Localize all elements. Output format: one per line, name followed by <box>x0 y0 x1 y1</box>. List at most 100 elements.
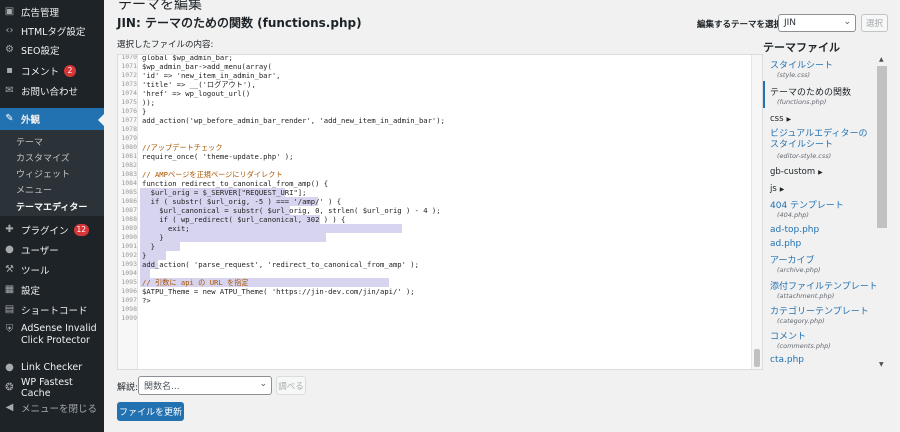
file-style-css[interactable]: スタイルシート <box>770 58 833 71</box>
sidebar-item-label: 外観 <box>21 114 41 126</box>
code-line: if ( substr( $url_orig, -5 ) === '/amp/'… <box>142 197 342 206</box>
line-number: 1085 <box>121 188 137 196</box>
file-archive[interactable]: アーカイブ <box>770 253 814 266</box>
plugin-icon: ✚ <box>5 224 14 235</box>
sidebar-item-comments[interactable]: ▪ コメント 2 <box>0 61 104 80</box>
file-category[interactable]: カテゴリーテンプレート <box>770 304 869 317</box>
sidebar-item-label: Link Checker <box>21 362 83 373</box>
choose-theme-button[interactable]: 選択 <box>861 14 888 32</box>
media-icon: ▣ <box>4 6 15 17</box>
admin-sidebar: ▣ 広告管理 ‹› HTMLタグ設定 ⚙ SEO設定 ▪ コメント 2 ✉ お問… <box>0 0 104 432</box>
theme-files-heading: テーマファイル <box>763 41 840 54</box>
sidebar-item-ads[interactable]: ▣ 広告管理 <box>0 2 104 21</box>
file-404[interactable]: 404 テンプレート <box>770 198 844 211</box>
line-number: 1081 <box>121 152 137 160</box>
sidebar-item-users[interactable]: ● ユーザー <box>0 240 104 259</box>
sidebar-item-seo[interactable]: ⚙ SEO設定 <box>0 40 104 59</box>
submenu-widgets[interactable]: ウィジェット <box>16 167 70 180</box>
line-number: 1094 <box>121 269 137 277</box>
files-scroll-thumb[interactable] <box>877 66 887 228</box>
submenu-customize[interactable]: カスタマイズ <box>16 151 70 164</box>
file-cta[interactable]: cta.php <box>770 355 804 365</box>
line-number: 1082 <box>121 161 137 169</box>
line-number: 1079 <box>121 134 137 142</box>
selection-highlight <box>140 233 326 242</box>
file-editor-style[interactable]: ビジュアルエディターのスタイルシート <box>770 129 874 151</box>
sidebar-collapse[interactable]: ◀ メニューを閉じる <box>0 398 104 417</box>
file-sub-label: (archive.php) <box>777 266 821 274</box>
line-number: 1097 <box>121 296 137 304</box>
file-sub-label: (comments.php) <box>777 342 831 350</box>
lookup-button[interactable]: 調べる <box>276 376 306 395</box>
sidebar-item-label: コメント <box>21 66 60 78</box>
sidebar-item-settings[interactable]: ▦ 設定 <box>0 280 104 299</box>
file-attachment[interactable]: 添付ファイルテンプレート <box>770 279 878 292</box>
update-file-button[interactable]: ファイルを更新 <box>117 402 184 421</box>
link-icon: ● <box>5 362 14 373</box>
code-line: } <box>142 251 147 260</box>
folder-css[interactable]: css ▶ <box>770 114 791 124</box>
code-line: } <box>142 233 164 242</box>
line-number: 1096 <box>121 287 137 295</box>
file-sub-label: (404.php) <box>777 211 809 219</box>
sidebar-item-label: 設定 <box>21 285 41 297</box>
scroll-up-icon[interactable]: ▲ <box>879 56 884 63</box>
line-number: 1087 <box>121 206 137 214</box>
sidebar-item-label: プラグイン <box>21 225 69 237</box>
file-sub-label: (attachment.php) <box>777 292 835 300</box>
editor-scroll-thumb[interactable] <box>754 349 760 367</box>
files-scrollbar[interactable]: ▲ ▼ <box>876 54 888 370</box>
submenu-menus[interactable]: メニュー <box>16 183 52 196</box>
code-line: } <box>142 107 147 116</box>
line-number: 1080 <box>121 143 137 151</box>
file-sub-label: (category.php) <box>777 317 825 325</box>
plugin-update-badge: 12 <box>73 223 90 236</box>
sidebar-item-plugins[interactable]: ✚ プラグイン 12 <box>0 220 104 239</box>
sidebar-item-adsense[interactable]: ⛨ AdSense Invalid Click Protector <box>0 323 104 349</box>
code-editor[interactable]: 1070 1071 1072 1073 1074 1075 1076 1077 1078 1079… <box>117 54 763 370</box>
theme-select[interactable]: JIN ⌄ <box>778 14 856 32</box>
sidebar-item-fastest-cache[interactable]: ❂ WP Fastest Cache <box>0 377 104 399</box>
line-number: 1098 <box>121 305 137 313</box>
line-number: 1099 <box>121 314 137 322</box>
line-number: 1077 <box>121 116 137 124</box>
file-title: JIN: テーマのための関数 (functions.php) <box>117 16 362 30</box>
comment-icon: ▪ <box>6 65 13 76</box>
appearance-submenu: テーマ カスタマイズ ウィジェット メニュー テーマエディター <box>0 130 104 216</box>
file-functions-php[interactable]: テーマのための関数 <box>770 85 851 98</box>
triangle-right-icon: ▶ <box>818 169 823 176</box>
code-line: require_once( 'theme-update.php' ); <box>142 152 294 161</box>
code-line: $ATPU_Theme = new ATPU_Theme( 'https://j… <box>142 287 415 296</box>
line-number: 1086 <box>121 197 137 205</box>
line-number: 1089 <box>121 224 137 232</box>
line-number: 1090 <box>121 233 137 241</box>
line-number: 1070 <box>121 54 137 61</box>
code-line: function redirect_to_canonical_from_amp(… <box>142 179 329 188</box>
submenu-themes[interactable]: テーマ <box>16 135 43 148</box>
documentation-label: 解説: <box>117 383 139 393</box>
code-line: )); <box>142 98 155 107</box>
triangle-right-icon: ▶ <box>786 116 792 123</box>
folder-gb-custom[interactable]: gb-custom ▶ <box>770 167 823 177</box>
scroll-down-icon[interactable]: ▼ <box>879 361 884 368</box>
line-number: 1093 <box>121 260 137 268</box>
editor-scrollbar[interactable] <box>751 55 762 369</box>
file-comments[interactable]: コメント <box>770 329 806 342</box>
active-file-indicator <box>763 81 765 108</box>
code-line: $wp_admin_bar->add_menu(array( <box>142 62 272 71</box>
file-ad-top[interactable]: ad-top.php <box>770 225 819 235</box>
file-ad[interactable]: ad.php <box>770 239 801 249</box>
line-number: 1088 <box>121 215 137 223</box>
sidebar-item-link-checker[interactable]: ● Link Checker <box>0 358 104 377</box>
code-line: ?> <box>142 296 151 305</box>
sidebar-item-contact[interactable]: ✉ お問い合わせ <box>0 81 104 100</box>
function-select[interactable]: 関数名... ⌄ <box>138 376 272 395</box>
sidebar-item-tools[interactable]: ⚒ ツール <box>0 260 104 279</box>
folder-js[interactable]: js ▶ <box>770 184 784 194</box>
folder-label: gb-custom <box>770 167 816 177</box>
choose-theme-label: 編集するテーマを選択: <box>697 20 786 30</box>
sidebar-item-html-tags[interactable]: ‹› HTMLタグ設定 <box>0 21 104 40</box>
sidebar-item-appearance[interactable]: ✎ 外観 <box>0 108 104 130</box>
sidebar-item-shortcode[interactable]: ▤ ショートコード <box>0 300 104 319</box>
submenu-theme-editor[interactable]: テーマエディター <box>16 200 87 213</box>
